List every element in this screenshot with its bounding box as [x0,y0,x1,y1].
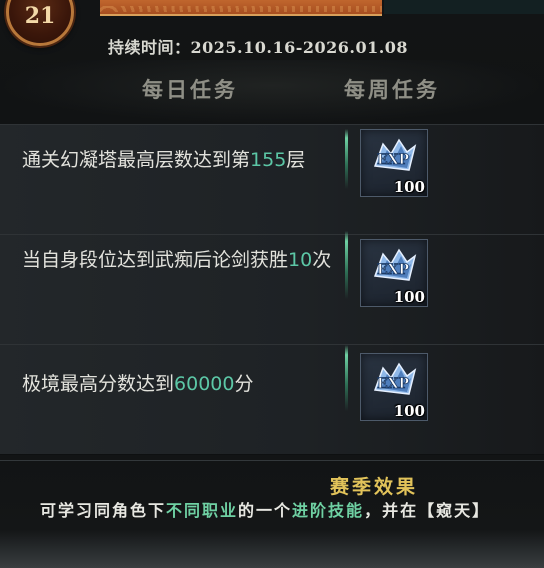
season-text: 可学习同角色下 [40,501,167,520]
tab-bar [0,60,544,124]
season-highlight: 进阶技能 [292,501,365,520]
task-target-value: 155 [250,149,287,171]
row-divider [345,231,348,299]
task-list: 通关幻凝塔最高层数达到第155层 EXP 100 当自身段位达到武痴后论剑获胜1… [0,124,544,455]
reward-count: 100 [393,288,425,306]
task-text-suffix: 层 [286,149,306,171]
reward-item[interactable]: EXP 100 [360,353,428,421]
row-divider [345,345,348,411]
reward-count: 100 [393,402,425,420]
season-text: 的一个 [238,501,293,520]
task-row: 通关幻凝塔最高层数达到第155层 EXP 100 [0,124,544,235]
task-panel: 21 持续时间：2025.10.16-2026.01.08 每日任务 每周任务 … [0,0,544,568]
level-number: 21 [24,3,56,29]
season-highlight: 不同职业 [166,501,239,520]
task-text-suffix: 次 [312,249,332,271]
task-target-value: 60000 [174,373,235,395]
task-row: 当自身段位达到武痴后论剑获胜10次 EXP 100 [0,231,544,345]
tab-weekly[interactable]: 每周任务 [344,74,440,104]
section-divider [0,460,544,461]
task-text: 极境最高分数达到 [22,373,175,395]
task-text-suffix: 分 [234,373,254,395]
exp-icon: EXP [373,248,417,281]
task-text: 当自身段位达到武痴后论剑获胜 [22,249,289,271]
top-banner [100,0,382,16]
season-text: ，并在【窥天】 [364,501,491,520]
task-row: 极境最高分数达到60000分 EXP 100 [0,344,544,455]
top-strip [384,0,544,14]
bottom-fade [0,530,544,568]
row-divider [345,129,348,189]
event-duration: 持续时间：2025.10.16-2026.01.08 [108,38,409,57]
task-description: 当自身段位达到武痴后论剑获胜10次 [22,247,332,273]
task-target-value: 10 [288,249,313,271]
reward-item[interactable]: EXP 100 [360,239,428,307]
level-badge: 21 [6,0,74,46]
exp-icon: EXP [373,362,417,395]
reward-count: 100 [393,178,425,196]
task-description: 通关幻凝塔最高层数达到第155层 [22,147,332,173]
season-effect-title: 赛季效果 [330,476,419,498]
reward-item[interactable]: EXP 100 [360,129,428,197]
exp-icon: EXP [373,138,417,171]
svg-text:EXP: EXP [377,376,410,392]
svg-text:EXP: EXP [377,262,410,278]
tab-daily[interactable]: 每日任务 [142,74,238,104]
task-text: 通关幻凝塔最高层数达到第 [22,149,251,171]
season-effect-description: 可学习同角色下不同职业的一个进阶技能，并在【窥天】 [40,497,544,521]
svg-text:EXP: EXP [377,152,410,168]
task-description: 极境最高分数达到60000分 [22,371,332,397]
